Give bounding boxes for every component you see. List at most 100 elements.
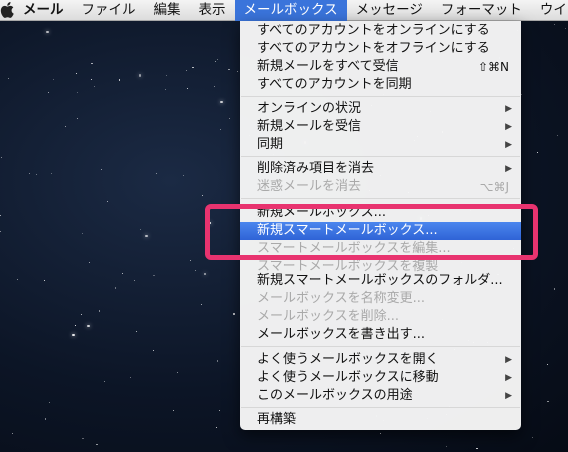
star <box>554 24 555 25</box>
star <box>233 313 235 315</box>
star <box>215 60 217 62</box>
menu-item[interactable]: メールボックスを名称変更... <box>240 290 521 308</box>
menu-item[interactable]: すべてのアカウントをオンラインにする <box>240 22 521 40</box>
menu-item[interactable]: 迷惑メールを消去 ⌥⌘J <box>240 178 521 196</box>
star <box>537 151 539 153</box>
menu-item[interactable]: このメールボックスの用途 ▶ <box>240 387 521 405</box>
star <box>91 62 93 64</box>
menu-item-label: すべてのアカウントをオンラインにする <box>257 23 490 38</box>
star <box>476 447 478 449</box>
star <box>119 79 121 81</box>
star <box>1 157 2 158</box>
star <box>556 135 558 137</box>
menu-item-label: 新規スマートメールボックス... <box>257 223 438 238</box>
menu-item[interactable]: 同期 ▶ <box>240 136 521 154</box>
menu-item[interactable]: 削除済み項目を消去 ▶ <box>240 160 521 178</box>
menu-item[interactable]: 新規メールを受信 ▶ <box>240 118 521 136</box>
menu-item-label: メールボックスを削除... <box>257 309 400 324</box>
menu-item[interactable]: 再構築 <box>240 411 521 429</box>
star <box>87 324 90 328</box>
star <box>547 401 549 403</box>
star <box>183 175 185 177</box>
star <box>217 360 219 362</box>
menu-message[interactable]: メッセージ <box>347 0 432 21</box>
menu-item[interactable]: スマートメールボックスを編集... <box>240 240 521 258</box>
star <box>53 79 54 81</box>
star <box>521 93 523 95</box>
star <box>531 437 533 439</box>
menu-item-label: すべてのアカウントをオフラインにする <box>257 41 490 56</box>
star <box>546 363 548 366</box>
star <box>36 174 38 176</box>
star <box>100 169 102 171</box>
menu-item[interactable]: 新規スマートメールボックスのフォルダ... <box>240 272 521 290</box>
menu-format[interactable]: フォーマット <box>432 0 531 21</box>
star <box>12 432 14 434</box>
menu-view[interactable]: 表示 <box>190 0 235 21</box>
shortcut-label: ⇧⌘N <box>477 60 509 74</box>
menu-mail[interactable]: メール <box>14 0 73 21</box>
menu-item-label: メールボックスを書き出す... <box>257 327 426 342</box>
star <box>216 426 218 428</box>
star <box>135 331 137 332</box>
star <box>90 79 92 80</box>
star <box>208 221 212 225</box>
star <box>186 87 188 89</box>
menu-item[interactable]: すべてのアカウントを同期 <box>240 76 521 94</box>
star <box>72 333 75 337</box>
menu-item-label: スマートメールボックスを編集... <box>257 241 451 256</box>
menu-separator <box>241 346 520 347</box>
star <box>96 443 98 446</box>
star <box>50 172 52 174</box>
menu-item-label: このメールボックスの用途 <box>257 388 413 403</box>
star <box>153 274 155 277</box>
star <box>565 28 567 30</box>
menu-item[interactable]: すべてのアカウントをオフラインにする <box>240 40 521 58</box>
menu-item-label: すべてのアカウントを同期 <box>257 77 412 92</box>
menu-item[interactable]: よく使うメールボックスに移動 ▶ <box>240 369 521 387</box>
menu-item[interactable]: オンラインの状況 ▶ <box>240 100 521 118</box>
star <box>81 313 82 315</box>
star <box>16 278 18 281</box>
star <box>165 74 167 77</box>
menu-edit[interactable]: 編集 <box>145 0 190 21</box>
menu-mailbox[interactable]: メールボックス <box>234 0 347 21</box>
star <box>121 272 123 274</box>
menu-item-label: メールボックスを名称変更... <box>257 291 426 306</box>
star <box>192 66 194 69</box>
menu-item-label: 再構築 <box>257 412 297 427</box>
menu-item-highlighted[interactable]: 新規スマートメールボックス... <box>240 222 521 240</box>
star <box>76 117 78 119</box>
star <box>65 126 67 128</box>
star <box>82 233 84 235</box>
menu-item[interactable]: 新規メールをすべて受信 ⇧⌘N <box>240 58 521 76</box>
star <box>8 77 10 79</box>
star <box>107 201 108 203</box>
star <box>74 325 76 327</box>
submenu-arrow-icon: ▶ <box>505 164 512 174</box>
apple-menu[interactable] <box>0 0 14 21</box>
menu-item-label: 削除済み項目を消去 <box>257 161 375 176</box>
star <box>115 287 117 289</box>
menu-item[interactable]: メールボックスを削除... <box>240 308 521 326</box>
menu-separator <box>241 198 520 199</box>
menu-item[interactable]: 新規メールボックス... <box>240 204 521 222</box>
mailbox-dropdown-menu: すべてのアカウントをオンラインにする すべてのアカウントをオフラインにする 新規… <box>240 21 521 430</box>
apple-icon <box>0 2 14 18</box>
submenu-arrow-icon: ▶ <box>505 391 512 401</box>
star <box>138 74 142 77</box>
menu-item-label: 新規メールを受信 <box>257 119 362 134</box>
menu-separator <box>241 156 520 157</box>
star <box>214 85 216 87</box>
menu-window[interactable]: ウインド <box>531 0 568 21</box>
star <box>156 172 158 174</box>
menu-item-label: 新規メールボックス... <box>257 205 387 220</box>
star <box>218 409 220 411</box>
menu-item[interactable]: よく使うメールボックスを開く ▶ <box>240 351 521 369</box>
star <box>44 280 46 281</box>
star <box>229 117 231 119</box>
star <box>46 30 49 34</box>
menu-item[interactable]: メールボックスを書き出す... <box>240 326 521 344</box>
star <box>99 310 101 312</box>
menu-file[interactable]: ファイル <box>73 0 145 21</box>
